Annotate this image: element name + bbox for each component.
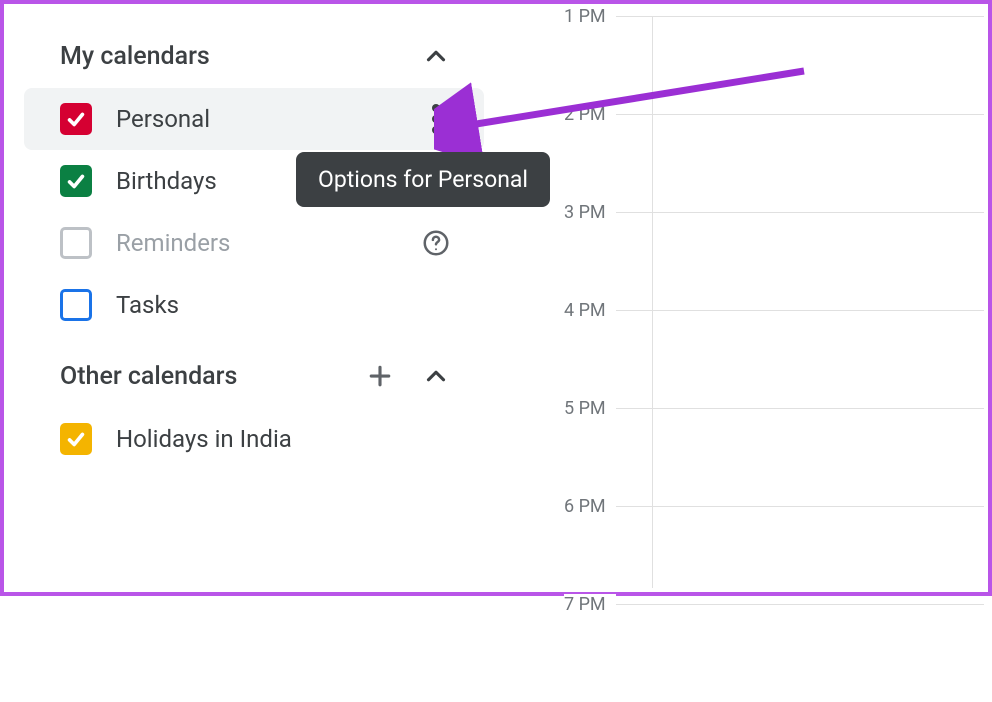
calendar-label: Holidays in India: [116, 425, 454, 453]
my-calendars-title: My calendars: [60, 42, 210, 71]
time-row[interactable]: 5 PM: [564, 408, 984, 506]
more-options-icon[interactable]: [418, 101, 454, 137]
calendar-label: Personal: [116, 105, 418, 133]
calendar-sidebar: My calendars Personal Birthda: [24, 28, 484, 470]
chevron-up-icon[interactable]: [418, 38, 454, 74]
checkbox-birthdays[interactable]: [60, 165, 92, 197]
help-icon[interactable]: [418, 225, 454, 261]
time-row[interactable]: 1 PM: [564, 16, 984, 114]
time-grid: 1 PM 2 PM 3 PM 4 PM 5 PM 6 PM 7 PM: [564, 4, 984, 588]
other-calendars-title: Other calendars: [60, 362, 237, 391]
checkbox-personal[interactable]: [60, 103, 92, 135]
time-row[interactable]: 3 PM: [564, 212, 984, 310]
tooltip-options-personal: Options for Personal: [296, 152, 550, 207]
time-label: 4 PM: [564, 300, 616, 321]
add-calendar-icon[interactable]: [362, 358, 398, 394]
my-calendars-list: Personal Birthdays Reminders: [24, 88, 484, 336]
checkbox-holidays[interactable]: [60, 423, 92, 455]
time-row[interactable]: 4 PM: [564, 310, 984, 408]
calendar-item-personal[interactable]: Personal: [24, 88, 484, 150]
calendar-label: Reminders: [116, 229, 418, 257]
other-calendars-list: Holidays in India: [24, 408, 484, 470]
my-calendars-header[interactable]: My calendars: [24, 28, 484, 84]
checkbox-reminders[interactable]: [60, 227, 92, 259]
time-row[interactable]: 7 PM: [564, 604, 984, 702]
time-label: 6 PM: [564, 496, 616, 517]
time-label: 5 PM: [564, 398, 616, 419]
time-label: 3 PM: [564, 202, 616, 223]
calendar-label: Tasks: [116, 291, 454, 319]
chevron-up-icon[interactable]: [418, 358, 454, 394]
time-label: 7 PM: [564, 594, 616, 615]
checkbox-tasks[interactable]: [60, 289, 92, 321]
other-calendars-header[interactable]: Other calendars: [24, 348, 484, 404]
time-row[interactable]: 2 PM: [564, 114, 984, 212]
calendar-item-holidays[interactable]: Holidays in India: [24, 408, 484, 470]
time-label: 1 PM: [564, 6, 616, 27]
time-label: 2 PM: [564, 104, 616, 125]
calendar-item-reminders[interactable]: Reminders: [24, 212, 484, 274]
time-row[interactable]: 6 PM: [564, 506, 984, 604]
calendar-item-tasks[interactable]: Tasks: [24, 274, 484, 336]
